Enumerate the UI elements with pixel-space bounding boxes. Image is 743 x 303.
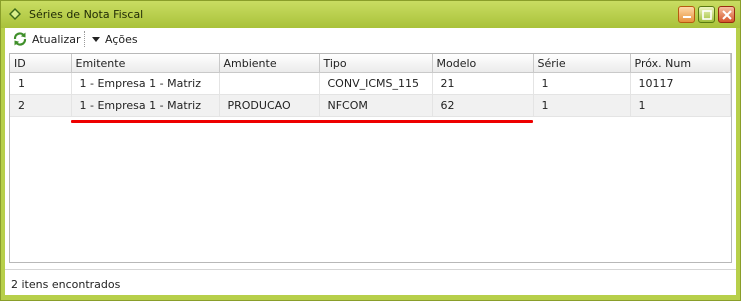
window-title: Séries de Nota Fiscal — [29, 8, 144, 21]
status-text: 2 itens encontrados — [11, 278, 121, 291]
cell-modelo: 62 — [432, 94, 534, 117]
cell-id: 1 — [10, 72, 72, 95]
col-header-modelo[interactable]: Modelo — [432, 54, 534, 73]
cell-emitente: 1 - Empresa 1 - Matriz — [71, 72, 220, 95]
close-button[interactable] — [718, 6, 735, 23]
cell-ambiente — [219, 72, 320, 95]
actions-label: Ações — [105, 32, 138, 46]
refresh-label: Atualizar — [32, 32, 81, 46]
col-header-prox-num[interactable]: Próx. Num — [630, 54, 731, 73]
caret-down-icon — [92, 37, 100, 42]
header-row: ID Emitente Ambiente Tipo Modelo Série P… — [10, 54, 731, 73]
toolbar-separator — [84, 31, 86, 47]
cell-prox-num: 10117 — [630, 72, 731, 95]
cell-serie: 1 — [533, 72, 631, 95]
red-highlight-underline — [71, 120, 533, 123]
refresh-icon — [13, 32, 27, 46]
toolbar: Atualizar Ações — [5, 28, 736, 51]
minimize-button[interactable] — [678, 6, 695, 23]
table-row[interactable]: 2 1 - Empresa 1 - Matriz PRODUCAO NFCOM … — [10, 94, 731, 117]
col-header-tipo[interactable]: Tipo — [319, 54, 433, 73]
cell-serie: 1 — [533, 94, 631, 117]
close-icon — [722, 10, 732, 20]
maximize-icon — [702, 10, 712, 20]
col-header-emitente[interactable]: Emitente — [71, 54, 220, 73]
cell-tipo: CONV_ICMS_115 — [319, 72, 433, 95]
status-bar: 2 itens encontrados — [5, 269, 736, 292]
actions-menu-button[interactable]: Ações — [91, 31, 138, 47]
cell-ambiente: PRODUCAO — [219, 94, 320, 117]
refresh-button[interactable]: Atualizar — [12, 31, 81, 47]
col-header-id[interactable]: ID — [10, 54, 72, 73]
maximize-button[interactable] — [698, 6, 715, 23]
cell-modelo: 21 — [432, 72, 534, 95]
content-area: ID Emitente Ambiente Tipo Modelo Série P… — [5, 50, 736, 295]
table-row[interactable]: 1 1 - Empresa 1 - Matriz CONV_ICMS_115 2… — [10, 72, 731, 95]
window: Séries de Nota Fiscal Atualizar Ações ID… — [0, 0, 741, 301]
window-app-icon — [9, 8, 21, 20]
minimize-icon — [683, 16, 691, 18]
cell-prox-num: 1 — [630, 94, 731, 117]
cell-emitente: 1 - Empresa 1 - Matriz — [71, 94, 220, 117]
series-table: ID Emitente Ambiente Tipo Modelo Série P… — [10, 54, 731, 117]
title-bar[interactable]: Séries de Nota Fiscal — [1, 1, 740, 28]
cell-id: 2 — [10, 94, 72, 117]
col-header-ambiente[interactable]: Ambiente — [219, 54, 320, 73]
series-grid: ID Emitente Ambiente Tipo Modelo Série P… — [9, 53, 732, 263]
cell-tipo: NFCOM — [319, 94, 433, 117]
col-header-serie[interactable]: Série — [533, 54, 631, 73]
